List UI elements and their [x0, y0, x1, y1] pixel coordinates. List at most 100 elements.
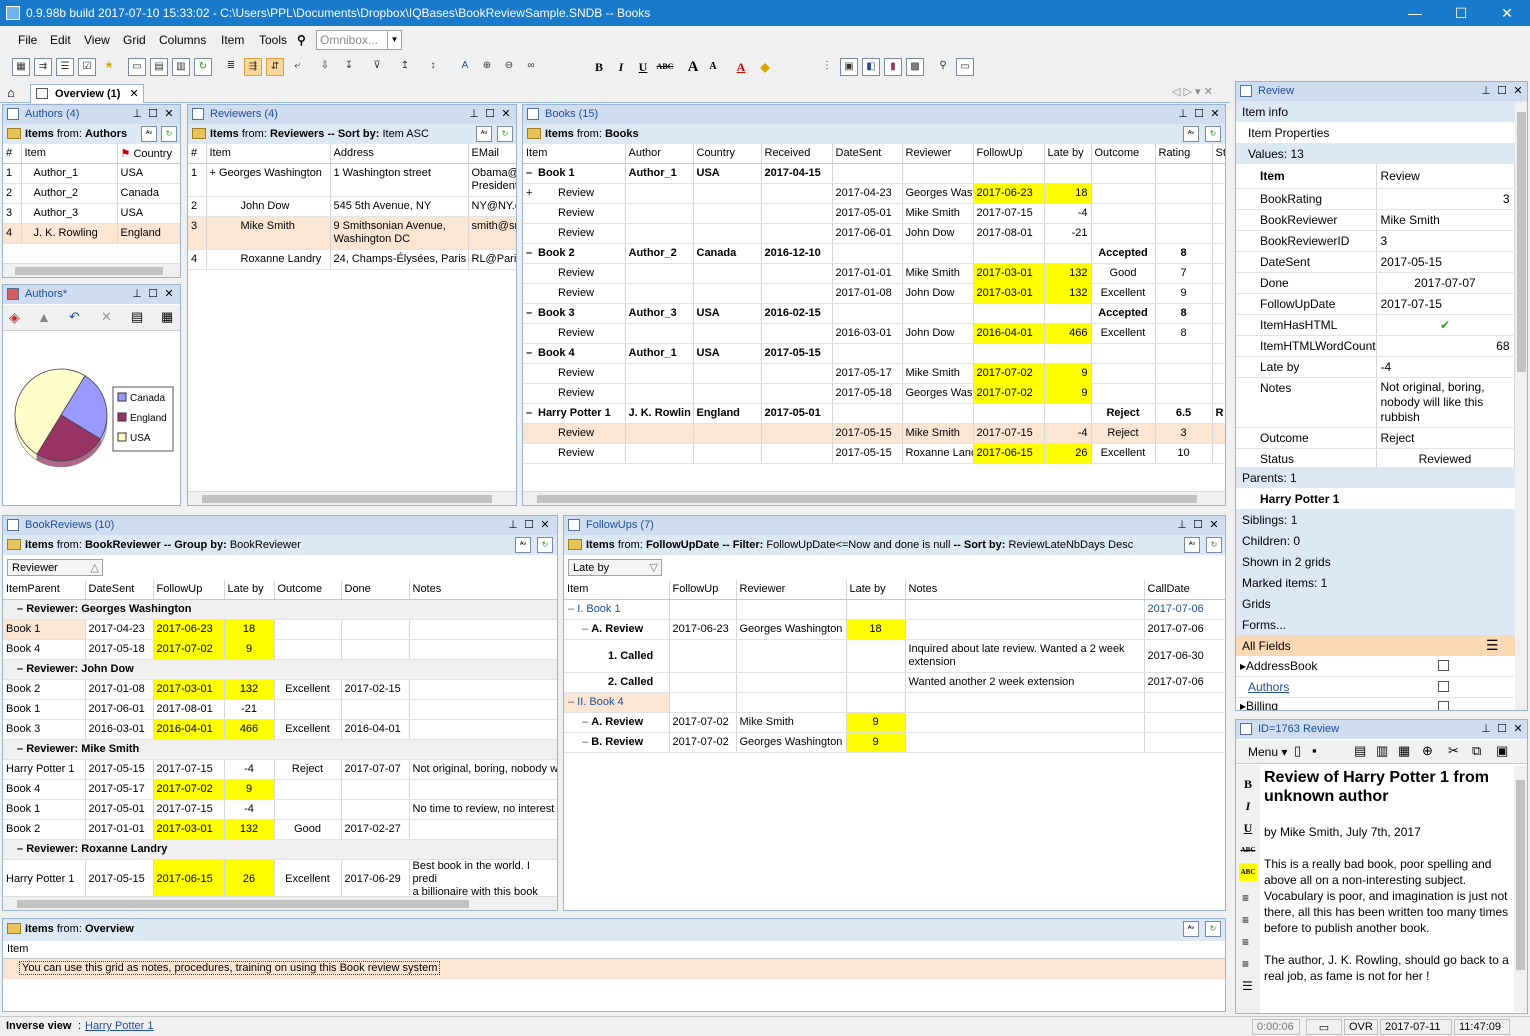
- collapse-icon[interactable]: –: [568, 696, 577, 708]
- text-color-icon[interactable]: A: [732, 58, 750, 76]
- underline-icon[interactable]: U: [1239, 819, 1257, 837]
- menu-grid[interactable]: Grid: [123, 33, 146, 47]
- group-row[interactable]: – Reviewer: John Dow: [3, 659, 557, 680]
- property-row[interactable]: BookReviewerID 3: [1236, 230, 1515, 252]
- children-header[interactable]: Children: 0: [1236, 530, 1527, 551]
- horizontal-scrollbar[interactable]: [3, 263, 180, 277]
- filter-desc-icon[interactable]: ↥: [396, 58, 414, 76]
- horizontal-scrollbar[interactable]: [523, 491, 1225, 505]
- search-icon[interactable]: ⚲: [934, 58, 952, 76]
- all-fields-header[interactable]: All Fields ☰: [1236, 635, 1527, 656]
- column-header[interactable]: ItemParent: [3, 580, 86, 600]
- collapse-icon[interactable]: –: [582, 736, 591, 748]
- minimize-button[interactable]: —: [1392, 0, 1438, 26]
- parent-item[interactable]: Harry Potter 1: [1236, 488, 1527, 509]
- collapse-icon[interactable]: –: [17, 663, 26, 675]
- menu-file[interactable]: File: [18, 33, 37, 47]
- table-row[interactable]: – Harry Potter 1 J. K. Rowlin England 2017-0…: [523, 403, 1225, 424]
- column-header[interactable]: Done: [341, 580, 410, 600]
- property-row[interactable]: ItemHasHTML ✔: [1236, 314, 1515, 336]
- column-header[interactable]: Late by: [224, 580, 275, 600]
- undo-icon[interactable]: ↶: [69, 309, 80, 325]
- font-icon[interactable]: A: [456, 58, 474, 76]
- grids-header[interactable]: Grids: [1236, 593, 1527, 614]
- column-header[interactable]: Notes: [409, 580, 557, 600]
- table-row[interactable]: – B. Review 2017-07-02 Georges Washington 9: [564, 732, 1225, 753]
- table-row[interactable]: 1 Author_1 USA: [3, 163, 180, 184]
- collapse-icon[interactable]: –: [17, 843, 26, 855]
- table-row[interactable]: – I. Book 1 2017-07-06: [564, 599, 1225, 620]
- menu-tools[interactable]: Tools: [259, 33, 287, 47]
- height-icon[interactable]: ↕: [424, 58, 442, 76]
- save-icon[interactable]: ▪: [1312, 743, 1317, 758]
- maximize-button[interactable]: ☐: [1438, 0, 1484, 26]
- list-view-icon[interactable]: ▤: [131, 309, 143, 325]
- link-icon[interactable]: ∞: [522, 58, 540, 76]
- window-icon[interactable]: ▣: [840, 58, 858, 76]
- column-header[interactable]: Address: [330, 144, 469, 164]
- calc-icon[interactable]: ▩: [906, 58, 924, 76]
- table-row[interactable]: Book 2 2017-01-08 2017-03-01 132 Excellent 20…: [3, 679, 557, 700]
- column-header[interactable]: Notes: [905, 580, 1145, 600]
- group-row[interactable]: – Reviewer: Roxanne Landry: [3, 839, 557, 860]
- collapse-icon[interactable]: –: [526, 347, 538, 359]
- values-header[interactable]: Values: 13: [1236, 143, 1527, 164]
- table-row[interactable]: Review 2017-05-01 Mike Smith 2017-07-15 -4: [523, 203, 1225, 224]
- wrap-icon[interactable]: ⤶: [288, 58, 306, 76]
- collapse-icon[interactable]: –: [568, 603, 577, 615]
- pin-icon[interactable]: ⊥: [1480, 84, 1492, 98]
- bold-icon[interactable]: B: [590, 58, 608, 76]
- collapse-icon[interactable]: –: [526, 247, 538, 259]
- column-header[interactable]: EMail: [468, 144, 516, 164]
- align-left-icon[interactable]: ≡: [1242, 891, 1249, 905]
- refresh-icon[interactable]: ↻: [1205, 126, 1221, 142]
- collapse-icon[interactable]: –: [17, 743, 26, 755]
- sort-button-icon[interactable]: ᴬᵛ: [476, 126, 492, 142]
- horizontal-scrollbar[interactable]: [188, 491, 516, 505]
- table-row[interactable]: 1. Called Inquired about late review. Wan…: [564, 639, 1225, 673]
- table-row[interactable]: Review 2017-05-15 Mike Smith 2017-07-15 -4 Re…: [523, 423, 1225, 444]
- italic-icon[interactable]: I: [612, 58, 630, 76]
- column-header[interactable]: FollowUp: [669, 580, 737, 600]
- chart-icon[interactable]: ▮: [884, 58, 902, 76]
- checkbox[interactable]: [1438, 701, 1449, 710]
- overview-note-row[interactable]: You can use this grid as notes, procedur…: [3, 959, 1225, 979]
- refresh-icon[interactable]: ↻: [161, 126, 177, 142]
- column-header[interactable]: Rating: [1155, 144, 1213, 164]
- area-chart-icon[interactable]: ▲: [37, 309, 51, 325]
- refresh-icon[interactable]: ↻: [1206, 537, 1222, 553]
- monitor-icon[interactable]: ▭: [956, 58, 974, 76]
- italic-icon[interactable]: I: [1239, 797, 1257, 815]
- overview-column-header[interactable]: Item: [3, 941, 1225, 959]
- page-icon[interactable]: ▭: [128, 58, 146, 76]
- column-header[interactable]: Item: [21, 144, 118, 164]
- column-header[interactable]: #: [188, 144, 207, 164]
- table-row[interactable]: 2 John Dow 545 5th Avenue, NY NY@NY.c: [188, 196, 516, 217]
- property-row[interactable]: BookRating 3: [1236, 188, 1515, 210]
- table-row[interactable]: + Review 2017-04-23 Georges Was 2017-06-23 18: [523, 183, 1225, 204]
- table-row[interactable]: Review 2017-05-17 Mike Smith 2017-07-02 9: [523, 363, 1225, 384]
- align-center-icon[interactable]: ≡: [1242, 913, 1249, 927]
- table-row[interactable]: Review 2017-01-08 John Dow 2017-03-01 132 Exc…: [523, 283, 1225, 304]
- menu-edit[interactable]: Edit: [50, 33, 71, 47]
- clipboard-icon[interactable]: ▥: [172, 58, 190, 76]
- calc-icon[interactable]: ▦: [1398, 743, 1410, 759]
- html-editor[interactable]: Review of Harry Potter 1 from unknown au…: [1264, 768, 1510, 1012]
- table-row[interactable]: – Book 2 Author_2 Canada 2016-12-10 Accepted 8: [523, 243, 1225, 264]
- maximize-panel-icon[interactable]: ☐: [147, 287, 159, 301]
- home-icon[interactable]: ⌂: [7, 85, 15, 100]
- column-header[interactable]: Author: [625, 144, 694, 164]
- column-header[interactable]: FollowUp: [973, 144, 1045, 164]
- close-panel-icon[interactable]: ✕: [1512, 722, 1524, 736]
- close-panel-icon[interactable]: ✕: [1512, 84, 1524, 98]
- table-row[interactable]: Review 2017-05-18 Georges Was 2017-07-02 9: [523, 383, 1225, 404]
- print-icon[interactable]: ▥: [1376, 743, 1388, 759]
- zoom-icon[interactable]: ⊕: [1422, 743, 1433, 759]
- close-panel-icon[interactable]: ✕: [500, 107, 512, 121]
- filter-icon[interactable]: ⊽: [368, 58, 386, 76]
- expand-icon[interactable]: +: [210, 167, 216, 179]
- strike-icon[interactable]: ABC: [656, 58, 674, 76]
- property-row[interactable]: ItemHTMLWordCount 68: [1236, 335, 1515, 357]
- column-header[interactable]: Item: [564, 580, 670, 600]
- field-row[interactable]: ▸AddressBook: [1236, 656, 1514, 677]
